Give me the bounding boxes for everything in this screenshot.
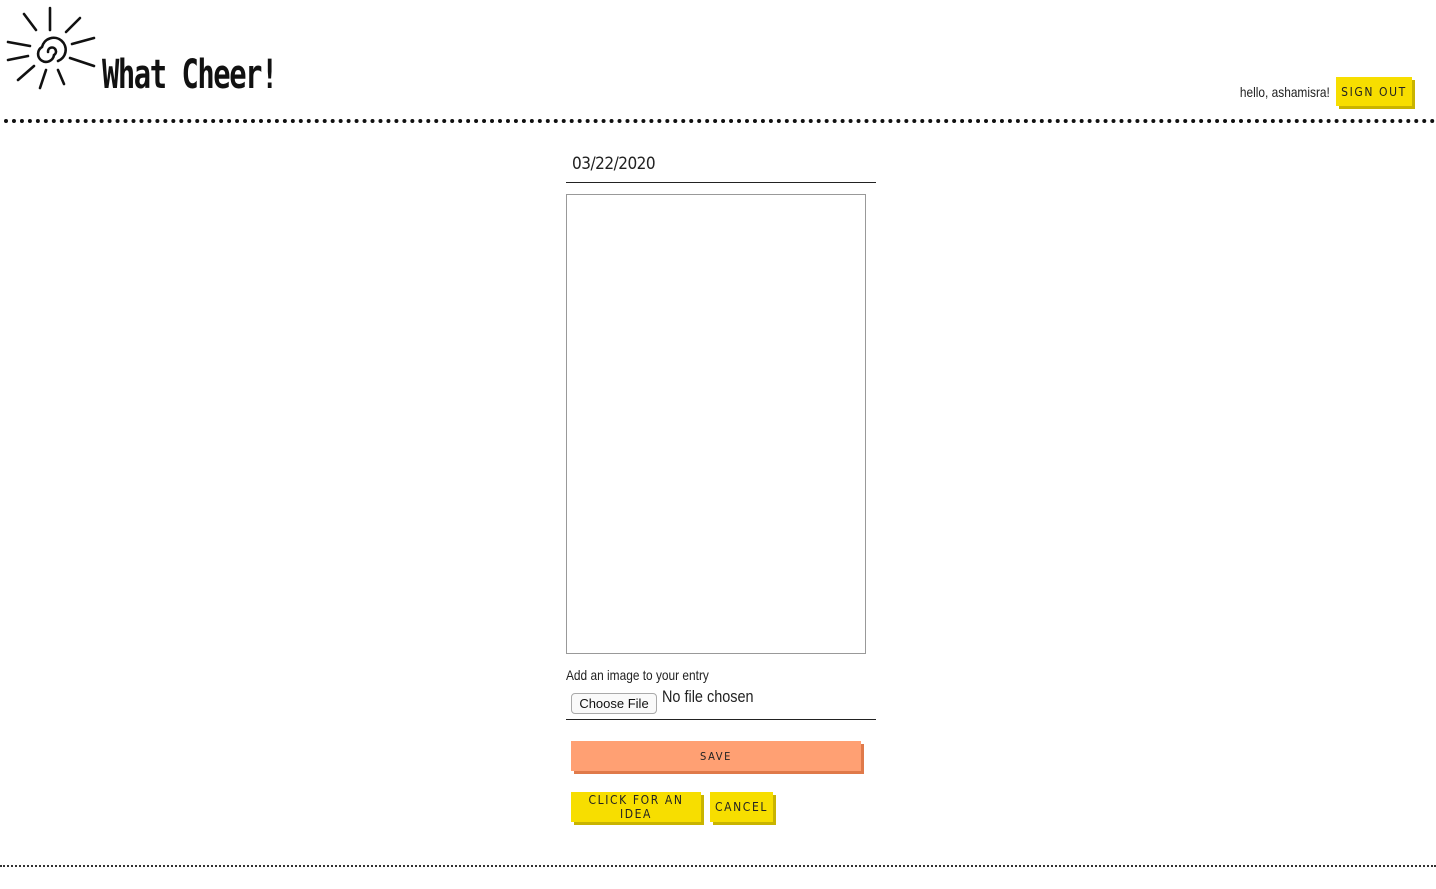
image-upload-label: Add an image to your entry	[566, 667, 709, 683]
date-field[interactable]: 03/22/2020	[566, 148, 876, 183]
save-button[interactable]: Save	[571, 741, 861, 771]
file-status-text: No file chosen	[662, 687, 754, 706]
header-divider	[4, 119, 1436, 123]
cancel-button[interactable]: Cancel	[710, 792, 773, 822]
sun-icon	[6, 6, 96, 90]
entry-textarea[interactable]	[566, 194, 866, 654]
footer-divider	[0, 865, 1436, 867]
idea-button[interactable]: Click for an idea	[571, 792, 701, 822]
user-area: hello, ashamisra! Sign Out	[1224, 77, 1412, 106]
file-input: Choose File No file chosen	[566, 687, 876, 720]
choose-file-button[interactable]: Choose File	[571, 693, 657, 714]
entry-form: 03/22/2020 Add an image to your entry Ch…	[566, 148, 876, 822]
sign-out-button[interactable]: Sign Out	[1336, 77, 1412, 106]
secondary-actions: Click for an idea Cancel	[571, 792, 876, 822]
greeting-text: hello, ashamisra!	[1240, 83, 1330, 100]
app-title: What Cheer!	[102, 52, 278, 98]
header: What Cheer! hello, ashamisra! Sign Out	[0, 0, 1436, 130]
